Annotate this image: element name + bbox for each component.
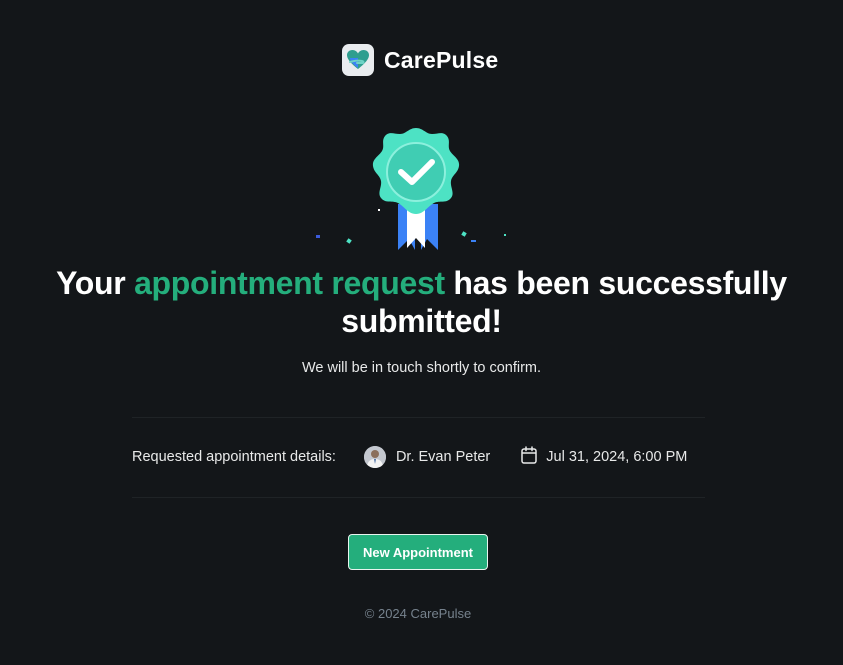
- doctor-info: Dr. Evan Peter: [363, 446, 491, 468]
- new-appointment-button[interactable]: New Appointment: [348, 534, 488, 570]
- brand-header[interactable]: CarePulse: [342, 44, 498, 76]
- appointment-details: Requested appointment details: Dr. Evan …: [132, 443, 705, 471]
- details-label: Requested appointment details:: [132, 449, 336, 465]
- divider-top: [132, 417, 705, 418]
- doctor-avatar: [363, 446, 386, 468]
- headline-text-start: Your: [56, 265, 135, 301]
- brand-name: CarePulse: [384, 46, 499, 73]
- appointment-datetime-text: Jul 31, 2024, 6:00 PM: [546, 449, 688, 465]
- appointment-datetime: Jul 31, 2024, 6:00 PM: [521, 446, 687, 468]
- award-badge-checkmark-icon: [305, 126, 525, 256]
- calendar-icon: [521, 446, 537, 468]
- divider-bottom: [132, 497, 705, 498]
- confirmation-subtext: We will be in touch shortly to confirm.: [301, 360, 542, 376]
- doctor-name: Dr. Evan Peter: [395, 449, 491, 465]
- headline-accent-text: appointment request: [134, 265, 445, 301]
- success-page: CarePulse Your appointment request has b…: [0, 0, 843, 665]
- success-headline: Your appointment request has been succes…: [0, 264, 843, 340]
- heart-hands-logo-icon: [342, 44, 374, 76]
- footer-copyright: © 2024 CarePulse: [364, 606, 472, 621]
